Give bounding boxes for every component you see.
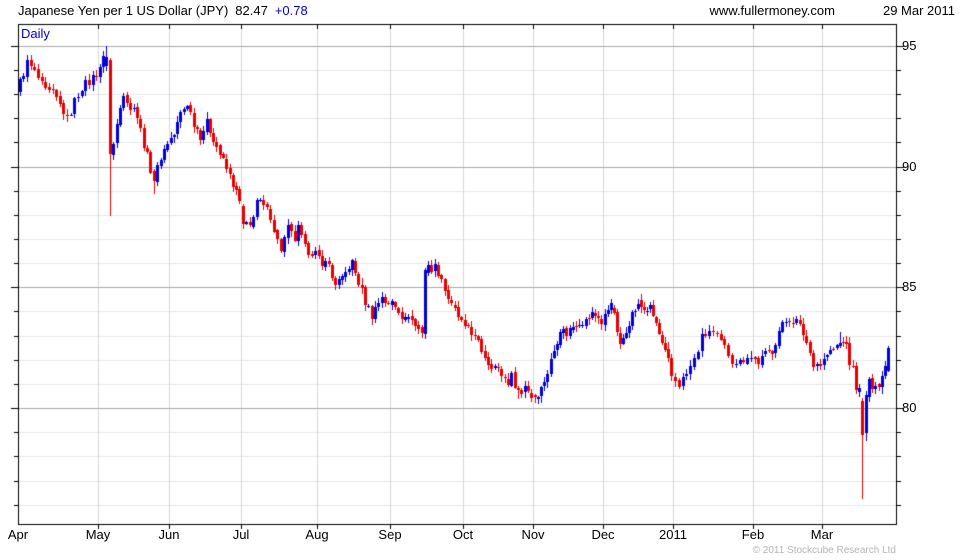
header-right: www.fullermoney.com 29 Mar 2011 bbox=[710, 3, 956, 18]
last-price: 82.47 bbox=[235, 3, 268, 18]
x-axis-label: Jul bbox=[232, 527, 250, 542]
y-axis-label: 95 bbox=[902, 37, 917, 53]
x-axis-label: Aug bbox=[305, 527, 329, 542]
y-axis-label: 85 bbox=[902, 279, 917, 295]
x-axis-label: Apr bbox=[7, 527, 29, 542]
x-axis-label: 2011 bbox=[659, 527, 687, 542]
price-change: +0.78 bbox=[274, 3, 308, 18]
y-axis-label: 90 bbox=[902, 158, 917, 174]
y-axis-label: 80 bbox=[902, 400, 917, 416]
x-axis-label: Nov bbox=[521, 527, 545, 542]
candlestick-chart-canvas bbox=[0, 0, 980, 560]
x-axis-label: Dec bbox=[591, 527, 615, 542]
x-axis-label: Mar bbox=[810, 527, 834, 542]
instrument-name: Japanese Yen per 1 US Dollar (JPY) bbox=[18, 3, 229, 18]
chart-title: Japanese Yen per 1 US Dollar (JPY) 82.47 +… bbox=[18, 3, 308, 18]
frequency-label: Daily bbox=[21, 26, 50, 41]
copyright-label: © 2011 Stockcube Research Ltd bbox=[752, 545, 896, 556]
website-label: www.fullermoney.com bbox=[709, 3, 835, 18]
x-axis-label: Sep bbox=[378, 527, 402, 542]
x-axis-label: Feb bbox=[741, 527, 765, 542]
date-label: 29 Mar 2011 bbox=[882, 3, 955, 18]
x-axis-label: May bbox=[85, 527, 111, 542]
x-axis-label: Jun bbox=[158, 527, 180, 542]
x-axis-label: Oct bbox=[452, 527, 474, 542]
